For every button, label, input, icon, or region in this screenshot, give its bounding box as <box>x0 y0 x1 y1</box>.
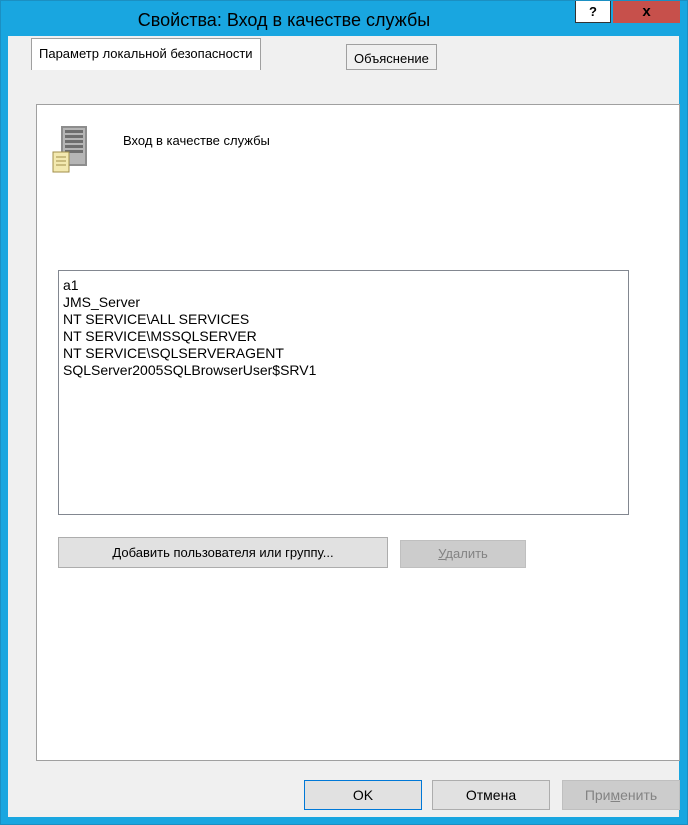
apply-button[interactable]: Применить <box>562 780 680 810</box>
apply-label-end: енить <box>620 787 658 803</box>
list-item[interactable]: JMS_Server <box>63 294 624 311</box>
server-icon <box>52 126 87 173</box>
policy-name: Вход в качестве службы <box>123 133 270 148</box>
add-user-or-group-button[interactable]: Добавить пользователя или группу... <box>58 537 388 568</box>
accounts-list[interactable]: a1 JMS_Server NT SERVICE\ALL SERVICES NT… <box>58 270 629 515</box>
title-bar[interactable]: Свойства: Вход в качестве службы ? x <box>1 1 687 37</box>
apply-button-accelerator: м <box>610 787 621 803</box>
list-item[interactable]: SQLServer2005SQLBrowserUser$SRV1 <box>63 362 624 379</box>
help-button[interactable]: ? <box>575 1 611 23</box>
remove-button-label: далить <box>445 546 488 561</box>
add-button-label: обавить пользователя или группу... <box>121 545 334 560</box>
apply-label-start: При <box>584 787 611 803</box>
tab-local-security-setting[interactable]: Параметр локальной безопасности <box>31 38 261 70</box>
list-item[interactable]: a1 <box>63 277 624 294</box>
list-item[interactable]: NT SERVICE\MSSQLSERVER <box>63 328 624 345</box>
window-title: Свойства: Вход в качестве службы <box>137 10 431 30</box>
ok-button[interactable]: OK <box>304 780 422 810</box>
close-button[interactable]: x <box>613 1 680 23</box>
tab-explain[interactable]: Объяснение <box>346 44 437 70</box>
list-item[interactable]: NT SERVICE\SQLSERVERAGENT <box>63 345 624 362</box>
remove-button[interactable]: Удалить <box>400 540 526 568</box>
list-item[interactable]: NT SERVICE\ALL SERVICES <box>63 311 624 328</box>
cancel-button[interactable]: Отмена <box>432 780 550 810</box>
